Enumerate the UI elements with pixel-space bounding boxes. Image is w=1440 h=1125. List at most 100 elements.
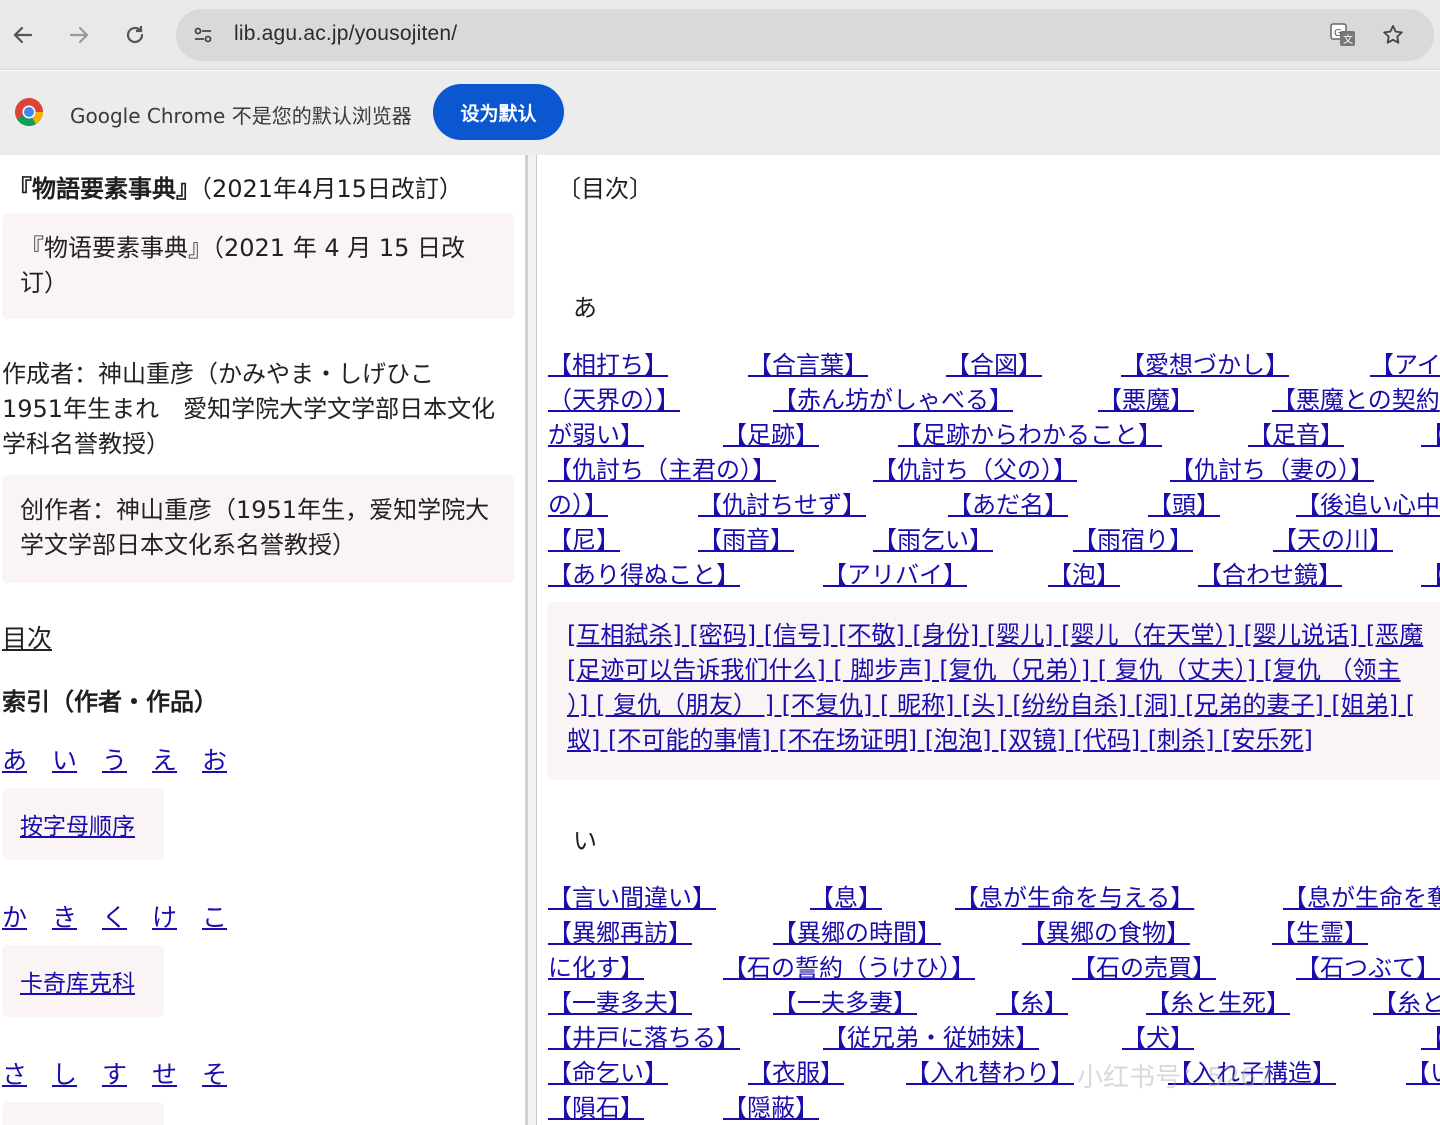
back-arrow-icon[interactable]	[4, 16, 42, 54]
entry-link[interactable]: 【入れ替わり】	[906, 1053, 1074, 1088]
entry-link[interactable]: 【相打ち】	[548, 345, 668, 380]
entry-link[interactable]: 【隠蔽】	[723, 1088, 819, 1123]
kana-link[interactable]: お	[202, 741, 227, 777]
entry-link[interactable]: 【	[1421, 555, 1440, 590]
entry-link[interactable]: 【生霊】	[1272, 913, 1368, 948]
translated-line[interactable]: [足迹可以告诉我们什么] [ 脚步声] [复仇（兄弟）] [ 复仇（丈夫）] […	[567, 653, 1427, 688]
index-heading: 索引（作者・作品）	[2, 688, 218, 716]
kana-link[interactable]: あ	[2, 741, 27, 777]
entry-link[interactable]: 【犬に転生】	[1421, 1018, 1440, 1053]
frame-divider[interactable]	[525, 155, 537, 1125]
entry-link[interactable]: 【合わせ鏡】	[1198, 555, 1342, 590]
url-text[interactable]: lib.agu.ac.jp/yousojiten/	[234, 22, 457, 46]
entry-link[interactable]: 【石つぶて】	[1296, 948, 1440, 983]
entry-link[interactable]: 【あだ名】	[948, 485, 1068, 520]
kana-link[interactable]: け	[152, 898, 177, 934]
entry-link[interactable]: 【天の川】	[1273, 520, 1393, 555]
entry-link[interactable]: 【異郷再訪】	[548, 913, 692, 948]
translated-link[interactable]: 卡奇库克科	[20, 971, 135, 997]
entry-link[interactable]: 【従兄弟・従姉妹】	[823, 1018, 1039, 1053]
svg-text:G: G	[1334, 28, 1342, 39]
entry-link[interactable]: 【犬】	[1122, 1018, 1194, 1053]
kana-link[interactable]: き	[52, 898, 77, 934]
entry-link[interactable]: 【隕石】	[548, 1088, 644, 1123]
kana-link[interactable]: さ	[2, 1055, 27, 1091]
kana-link[interactable]: う	[102, 741, 127, 777]
entry-link[interactable]: が弱い】	[548, 415, 644, 450]
forward-arrow-icon[interactable]	[60, 16, 98, 54]
entry-link[interactable]: 【異郷の食物】	[1022, 913, 1190, 948]
entry-link[interactable]: 【雨音】	[698, 520, 794, 555]
infobar-message: Google Chrome 不是您的默认浏览器	[70, 104, 412, 128]
entry-link[interactable]: 【あり得ぬこと】	[548, 555, 740, 590]
entry-link[interactable]: 【言い間違い】	[548, 878, 716, 913]
entry-link[interactable]: 【足跡からわかること】	[898, 415, 1162, 450]
set-default-button[interactable]: 设为默认	[433, 84, 564, 140]
entry-link[interactable]: 【仇討ち（妻の）】	[1170, 450, 1374, 485]
kana-row-sa: さ し す せ そ	[2, 1055, 227, 1091]
entry-link[interactable]: 【足跡】	[723, 415, 819, 450]
entry-link[interactable]: 【仇討ち（父の）】	[873, 450, 1077, 485]
entry-link[interactable]: 【悪魔】	[1098, 380, 1194, 415]
entry-link[interactable]: の）】	[548, 485, 608, 520]
entry-link[interactable]: 【仇討ち（主君の）】	[548, 450, 776, 485]
kana-link[interactable]: い	[52, 741, 77, 777]
translated-line[interactable]: 蚁] [不可能的事情] [不在场证明] [泡泡] [双镜] [代码] [刺杀] …	[567, 723, 1427, 758]
entry-link[interactable]: 【	[1421, 415, 1440, 450]
entry-link[interactable]: 【頭】	[1148, 485, 1220, 520]
entry-link[interactable]: 【愛想づかし】	[1121, 345, 1289, 380]
entry-link[interactable]: 【尼】	[548, 520, 620, 555]
entry-link[interactable]: 【異郷の時間】	[773, 913, 941, 948]
bookmark-star-icon[interactable]	[1378, 20, 1408, 50]
entry-link[interactable]: 【糸と	[1373, 983, 1440, 1018]
entry-link[interactable]: 【アリバイ】	[823, 555, 967, 590]
entry-link[interactable]: 【雨宿り】	[1073, 520, 1193, 555]
site-info-icon[interactable]	[188, 20, 218, 50]
translate-icon[interactable]: G文	[1328, 20, 1358, 50]
kana-link[interactable]: か	[2, 898, 27, 934]
translated-link[interactable]: 按字母顺序	[20, 814, 135, 840]
entry-link[interactable]: 【命乞い】	[548, 1053, 668, 1088]
title-bold: 『物語要素事典』	[8, 175, 200, 203]
kana-link[interactable]: え	[152, 741, 177, 777]
translation-box-title: 『物语要素事典』（2021 年 4 月 15 日改订）	[2, 213, 514, 319]
entry-link[interactable]: 【合言葉】	[748, 345, 868, 380]
entry-link[interactable]: 【息が生命を奪	[1283, 878, 1440, 913]
entry-link[interactable]: 【赤ん坊がしゃべる】	[773, 380, 1013, 415]
entry-link[interactable]: 【息】	[810, 878, 882, 913]
entry-link[interactable]: 【仇討ちせず】	[698, 485, 866, 520]
entry-link[interactable]: 【い	[1406, 1053, 1440, 1088]
address-bar[interactable]: lib.agu.ac.jp/yousojiten/ G文	[176, 9, 1434, 61]
entry-link[interactable]: 【足音】	[1248, 415, 1344, 450]
entry-link[interactable]: 【一夫多妻】	[773, 983, 917, 1018]
entry-link[interactable]: 【後追い心中	[1296, 485, 1440, 520]
browser-toolbar: lib.agu.ac.jp/yousojiten/ G文	[0, 0, 1440, 70]
entry-link[interactable]: 【合図】	[946, 345, 1042, 380]
entry-link[interactable]: 【井戸に落ちる】	[548, 1018, 740, 1053]
section-heading-i: い	[573, 827, 597, 855]
reload-icon[interactable]	[116, 16, 154, 54]
entry-link[interactable]: 【悪魔との契約	[1272, 380, 1440, 415]
translated-line[interactable]: [互相弑杀] [密码] [信号] [不敬] [身份] [婴儿] [婴儿（在天堂）…	[567, 618, 1427, 653]
kana-link[interactable]: こ	[202, 898, 227, 934]
kana-link[interactable]: そ	[202, 1055, 227, 1091]
entry-link[interactable]: に化す】	[548, 948, 644, 983]
entry-link[interactable]: （天界の）】	[548, 380, 680, 415]
entry-link[interactable]: 【衣服】	[748, 1053, 844, 1088]
entry-link[interactable]: 【アイ	[1370, 345, 1440, 380]
entry-link[interactable]: 【一妻多夫】	[548, 983, 692, 1018]
entry-link[interactable]: 【糸と生死】	[1146, 983, 1290, 1018]
entry-link[interactable]: 【糸】	[996, 983, 1068, 1018]
entry-link[interactable]: 【息が生命を与える】	[955, 878, 1194, 913]
kana-link[interactable]: く	[102, 898, 127, 934]
kana-link[interactable]: す	[102, 1055, 127, 1091]
kana-link[interactable]: し	[52, 1055, 77, 1091]
entry-link[interactable]: 【雨乞い】	[873, 520, 993, 555]
toc-link[interactable]: 目次	[2, 621, 52, 656]
right-frame: 〔目次〕 あ 【相打ち】 【合言葉】 【合図】 【愛想づかし】 【アイ （天界の）】 【赤ん…	[537, 155, 1440, 1125]
entry-link[interactable]: 【石の売買】	[1072, 948, 1216, 983]
entry-link[interactable]: 【泡】	[1048, 555, 1120, 590]
kana-link[interactable]: せ	[152, 1055, 177, 1091]
entry-link[interactable]: 【石の誓約（うけひ）】	[723, 948, 975, 983]
translated-line[interactable]: ）] [ 复仇（朋友） ] [不复仇] [ 昵称] [头] [纷纷自杀] [洞]…	[567, 688, 1427, 723]
